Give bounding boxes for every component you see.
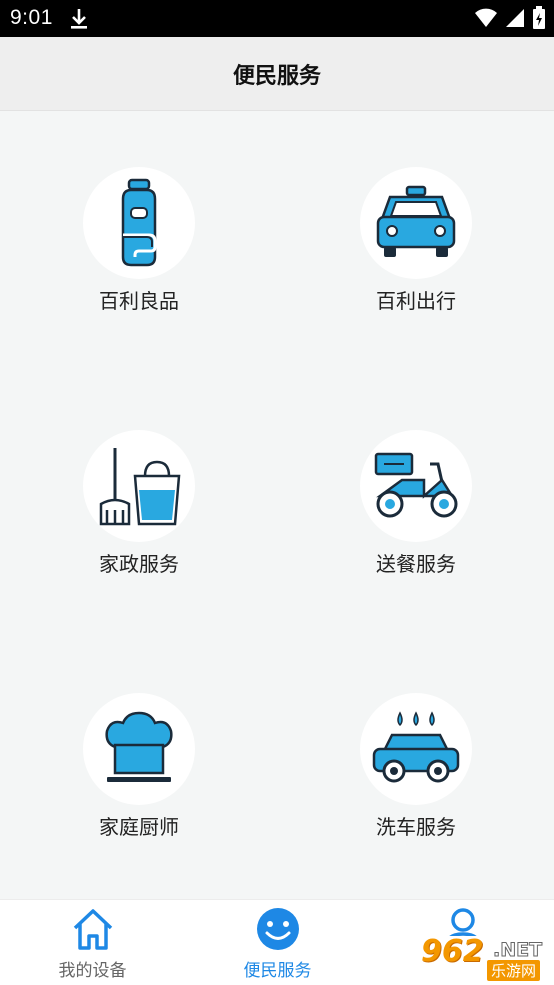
service-icon-circle [360,167,472,279]
chef-hat-icon [105,711,173,782]
watermark-subtitle: 乐游网 [487,960,541,981]
nav-label: 便民服务 [243,961,312,981]
service-label: 送餐服务 [376,552,456,576]
service-label: 百利良品 [99,289,179,313]
home-icon [70,906,116,956]
service-tile-home-chef[interactable]: 家庭厨师 [39,693,239,839]
app-bar: 便民服务 [0,37,554,111]
status-bar: 9:01 [0,0,554,37]
service-tile-food-delivery[interactable]: 送餐服务 [316,430,516,576]
service-tile-travel[interactable]: 百利出行 [316,167,516,313]
service-label: 家庭厨师 [99,815,179,839]
service-tile-housekeeping[interactable]: 家政服务 [39,430,239,576]
service-tile-car-wash[interactable]: 洗车服务 [316,693,516,839]
service-icon-circle [83,167,195,279]
delivery-scooter-icon [374,452,458,518]
watermark-logo: 962 .NET 乐游网 [415,934,548,981]
car-wash-icon [372,711,460,783]
bottle-icon [121,178,157,267]
broom-bucket-icon [99,448,181,526]
battery-icon [532,6,546,34]
watermark-number: 962 [421,934,484,969]
service-tile-goods[interactable]: 百利良品 [39,167,239,313]
service-icon-circle [83,693,195,805]
nav-label: 我的设备 [58,961,127,981]
service-icon-circle [360,693,472,805]
smiley-icon [255,906,301,956]
service-label: 家政服务 [99,552,179,576]
nav-item-my-devices[interactable]: 我的设备 [0,900,185,985]
taxi-icon [376,185,456,257]
service-icon-circle [83,430,195,542]
signal-icon [504,7,526,33]
download-icon [68,7,90,35]
status-time: 9:01 [10,6,53,29]
service-label: 百利出行 [376,289,456,313]
service-label: 洗车服务 [376,815,456,839]
status-icons [474,6,546,34]
watermark-domain: .NET [492,939,543,962]
nav-item-services[interactable]: 便民服务 [185,900,370,985]
service-grid: 百利良品 百利出行 家政服务 送餐服务 家庭厨师 洗车服务 [0,111,554,899]
wifi-icon [474,7,498,33]
page-title: 便民服务 [232,63,321,89]
service-icon-circle [360,430,472,542]
